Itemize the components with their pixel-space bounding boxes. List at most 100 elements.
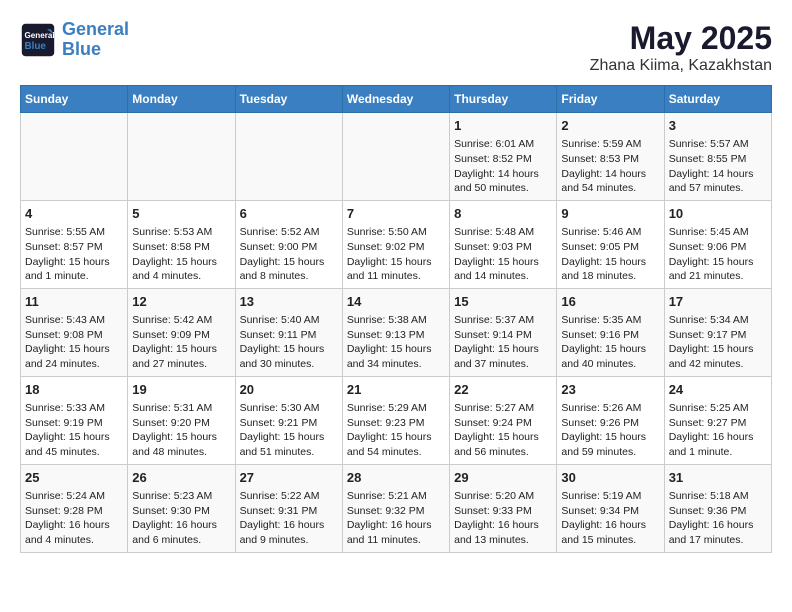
header-cell-tuesday: Tuesday: [235, 86, 342, 113]
day-number: 2: [561, 117, 659, 135]
calendar-cell: 29Sunrise: 5:20 AM Sunset: 9:33 PM Dayli…: [450, 464, 557, 552]
day-number: 20: [240, 381, 338, 399]
calendar-cell: 19 Sunrise: 5:31 AM Sunset: 9:20 PM Dayli…: [128, 376, 235, 464]
day-number: 30: [561, 469, 659, 487]
day-number: 15: [454, 293, 552, 311]
calendar-cell: 31Sunrise: 5:18 AM Sunset: 9:36 PM Dayli…: [664, 464, 771, 552]
calendar-cell: 22 Sunrise: 5:27 AM Sunset: 9:24 PM Dayli…: [450, 376, 557, 464]
day-number: 8: [454, 205, 552, 223]
calendar-cell: 17 Sunrise: 5:34 AM Sunset: 9:17 PM Dayli…: [664, 288, 771, 376]
day-number: 14: [347, 293, 445, 311]
day-info: Sunrise: 5:46 AM Sunset: 9:05 PM Dayligh…: [561, 225, 659, 284]
day-info: Sunrise: 5:25 AM Sunset: 9:27 PM Dayligh…: [669, 401, 767, 460]
day-number: 19: [132, 381, 230, 399]
calendar-week-1: 1 Sunrise: 6:01 AM Sunset: 8:52 PM Daylig…: [21, 113, 772, 201]
day-number: 1: [454, 117, 552, 135]
page-subtitle: Zhana Kiima, Kazakhstan: [590, 57, 772, 75]
day-info: Sunrise: 5:37 AM Sunset: 9:14 PM Dayligh…: [454, 313, 552, 372]
calendar-body: 1 Sunrise: 6:01 AM Sunset: 8:52 PM Daylig…: [21, 113, 772, 553]
day-info: Sunrise: 5:27 AM Sunset: 9:24 PM Dayligh…: [454, 401, 552, 460]
day-info: Sunrise: 6:01 AM Sunset: 8:52 PM Dayligh…: [454, 137, 552, 196]
calendar-cell: 16 Sunrise: 5:35 AM Sunset: 9:16 PM Dayli…: [557, 288, 664, 376]
day-info: Sunrise: 5:26 AM Sunset: 9:26 PM Dayligh…: [561, 401, 659, 460]
calendar-cell: 27 Sunrise: 5:22 AM Sunset: 9:31 PM Dayli…: [235, 464, 342, 552]
day-info: Sunrise: 5:53 AM Sunset: 8:58 PM Dayligh…: [132, 225, 230, 284]
day-number: 17: [669, 293, 767, 311]
calendar-cell: [342, 113, 449, 201]
page-header: General Blue General Blue May 2025 Zhana…: [20, 20, 772, 75]
svg-text:Blue: Blue: [25, 41, 47, 52]
day-number: 18: [25, 381, 123, 399]
calendar-cell: 11 Sunrise: 5:43 AM Sunset: 9:08 PM Dayli…: [21, 288, 128, 376]
day-info: Sunrise: 5:29 AM Sunset: 9:23 PM Dayligh…: [347, 401, 445, 460]
day-info: Sunrise: 5:21 AM Sunset: 9:32 PM Dayligh…: [347, 489, 445, 548]
day-number: 28: [347, 469, 445, 487]
calendar-table: SundayMondayTuesdayWednesdayThursdayFrid…: [20, 85, 772, 553]
calendar-week-2: 4Sunrise: 5:55 AM Sunset: 8:57 PM Daylig…: [21, 200, 772, 288]
page-title: May 2025: [590, 20, 772, 57]
day-info: Sunrise: 5:23 AM Sunset: 9:30 PM Dayligh…: [132, 489, 230, 548]
calendar-cell: [235, 113, 342, 201]
calendar-cell: 30 Sunrise: 5:19 AM Sunset: 9:34 PM Dayli…: [557, 464, 664, 552]
day-number: 11: [25, 293, 123, 311]
calendar-cell: 28 Sunrise: 5:21 AM Sunset: 9:32 PM Dayli…: [342, 464, 449, 552]
day-number: 22: [454, 381, 552, 399]
calendar-cell: 13 Sunrise: 5:40 AM Sunset: 9:11 PM Dayli…: [235, 288, 342, 376]
svg-text:General: General: [25, 31, 55, 40]
day-number: 13: [240, 293, 338, 311]
day-info: Sunrise: 5:40 AM Sunset: 9:11 PM Dayligh…: [240, 313, 338, 372]
day-info: Sunrise: 5:42 AM Sunset: 9:09 PM Dayligh…: [132, 313, 230, 372]
day-number: 26: [132, 469, 230, 487]
calendar-cell: 5 Sunrise: 5:53 AM Sunset: 8:58 PM Daylig…: [128, 200, 235, 288]
logo-text: General Blue: [62, 20, 129, 60]
day-info: Sunrise: 5:22 AM Sunset: 9:31 PM Dayligh…: [240, 489, 338, 548]
calendar-week-3: 11 Sunrise: 5:43 AM Sunset: 9:08 PM Dayli…: [21, 288, 772, 376]
day-number: 27: [240, 469, 338, 487]
calendar-cell: 18 Sunrise: 5:33 AM Sunset: 9:19 PM Dayli…: [21, 376, 128, 464]
day-info: Sunrise: 5:52 AM Sunset: 9:00 PM Dayligh…: [240, 225, 338, 284]
calendar-cell: 7Sunrise: 5:50 AM Sunset: 9:02 PM Daylig…: [342, 200, 449, 288]
calendar-cell: 26 Sunrise: 5:23 AM Sunset: 9:30 PM Dayli…: [128, 464, 235, 552]
header-row: SundayMondayTuesdayWednesdayThursdayFrid…: [21, 86, 772, 113]
logo-icon: General Blue: [20, 22, 56, 58]
calendar-cell: 3 Sunrise: 5:57 AM Sunset: 8:55 PM Daylig…: [664, 113, 771, 201]
day-number: 7: [347, 205, 445, 223]
calendar-cell: 8 Sunrise: 5:48 AM Sunset: 9:03 PM Daylig…: [450, 200, 557, 288]
calendar-cell: [128, 113, 235, 201]
calendar-cell: 2 Sunrise: 5:59 AM Sunset: 8:53 PM Daylig…: [557, 113, 664, 201]
day-number: 6: [240, 205, 338, 223]
day-number: 31: [669, 469, 767, 487]
calendar-cell: 25Sunrise: 5:24 AM Sunset: 9:28 PM Dayli…: [21, 464, 128, 552]
day-info: Sunrise: 5:57 AM Sunset: 8:55 PM Dayligh…: [669, 137, 767, 196]
day-info: Sunrise: 5:33 AM Sunset: 9:19 PM Dayligh…: [25, 401, 123, 460]
day-info: Sunrise: 5:48 AM Sunset: 9:03 PM Dayligh…: [454, 225, 552, 284]
day-number: 16: [561, 293, 659, 311]
day-number: 12: [132, 293, 230, 311]
day-info: Sunrise: 5:43 AM Sunset: 9:08 PM Dayligh…: [25, 313, 123, 372]
calendar-cell: 15 Sunrise: 5:37 AM Sunset: 9:14 PM Dayli…: [450, 288, 557, 376]
day-number: 25: [25, 469, 123, 487]
day-info: Sunrise: 5:59 AM Sunset: 8:53 PM Dayligh…: [561, 137, 659, 196]
logo: General Blue General Blue: [20, 20, 129, 60]
day-info: Sunrise: 5:19 AM Sunset: 9:34 PM Dayligh…: [561, 489, 659, 548]
day-info: Sunrise: 5:45 AM Sunset: 9:06 PM Dayligh…: [669, 225, 767, 284]
calendar-header: SundayMondayTuesdayWednesdayThursdayFrid…: [21, 86, 772, 113]
calendar-cell: 1 Sunrise: 6:01 AM Sunset: 8:52 PM Daylig…: [450, 113, 557, 201]
calendar-cell: 9 Sunrise: 5:46 AM Sunset: 9:05 PM Daylig…: [557, 200, 664, 288]
day-info: Sunrise: 5:35 AM Sunset: 9:16 PM Dayligh…: [561, 313, 659, 372]
day-info: Sunrise: 5:31 AM Sunset: 9:20 PM Dayligh…: [132, 401, 230, 460]
calendar-cell: 21Sunrise: 5:29 AM Sunset: 9:23 PM Dayli…: [342, 376, 449, 464]
day-number: 9: [561, 205, 659, 223]
day-number: 5: [132, 205, 230, 223]
calendar-cell: 6 Sunrise: 5:52 AM Sunset: 9:00 PM Daylig…: [235, 200, 342, 288]
calendar-cell: [21, 113, 128, 201]
calendar-cell: 24Sunrise: 5:25 AM Sunset: 9:27 PM Dayli…: [664, 376, 771, 464]
day-number: 3: [669, 117, 767, 135]
day-number: 10: [669, 205, 767, 223]
calendar-cell: 23Sunrise: 5:26 AM Sunset: 9:26 PM Dayli…: [557, 376, 664, 464]
header-cell-thursday: Thursday: [450, 86, 557, 113]
header-cell-sunday: Sunday: [21, 86, 128, 113]
day-info: Sunrise: 5:55 AM Sunset: 8:57 PM Dayligh…: [25, 225, 123, 284]
calendar-week-4: 18 Sunrise: 5:33 AM Sunset: 9:19 PM Dayli…: [21, 376, 772, 464]
day-info: Sunrise: 5:34 AM Sunset: 9:17 PM Dayligh…: [669, 313, 767, 372]
